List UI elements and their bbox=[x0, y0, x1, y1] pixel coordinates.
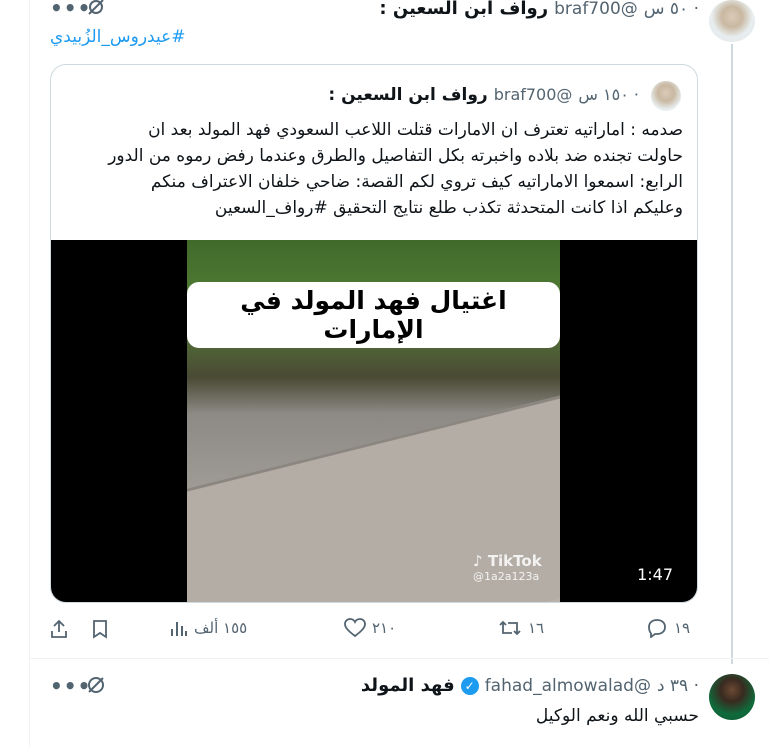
reply-button[interactable]: ١٩ bbox=[646, 618, 690, 638]
column-border bbox=[29, 0, 30, 747]
avatar[interactable] bbox=[709, 674, 755, 720]
bookmark-button[interactable] bbox=[90, 618, 110, 640]
quoted-tweet-card[interactable]: رواف ابن السعين : @braf700 · ١٥٠ س صدمه … bbox=[50, 64, 698, 603]
avatar[interactable] bbox=[709, 0, 755, 42]
quoted-tweet-header: رواف ابن السعين : @braf700 · ١٥٠ س bbox=[328, 85, 639, 105]
retweets-count: ١٦ bbox=[528, 619, 545, 637]
text-line: حاولت تجنده ضد بلاده واخبرته بكل التفاصي… bbox=[108, 146, 683, 166]
author-name[interactable]: رواف ابن السعين : bbox=[379, 0, 548, 19]
text-line: صدمه : اماراتيه تعترف ان الامارات قتلت ا… bbox=[148, 120, 683, 140]
retweet-icon bbox=[498, 618, 522, 638]
quoted-tweet-text: صدمه : اماراتيه تعترف ان الامارات قتلت ا… bbox=[58, 117, 683, 221]
video-duration: 1:47 bbox=[637, 565, 673, 584]
share-button[interactable] bbox=[48, 618, 70, 640]
divider bbox=[30, 658, 769, 659]
tweet-time[interactable]: · ٥٠ س bbox=[644, 0, 699, 19]
author-name[interactable]: فهد المولد bbox=[361, 675, 455, 696]
tweet-header: رواف ابن السعين : @braf700 · ٥٠ س bbox=[379, 0, 699, 19]
tweet-time: · ١٥٠ س bbox=[578, 85, 639, 104]
author-handle: @braf700 bbox=[493, 85, 573, 104]
hashtag-link[interactable]: #عيدروس_الزُبيدي bbox=[50, 27, 186, 47]
avatar bbox=[651, 81, 681, 111]
thread-connector-line bbox=[731, 44, 733, 664]
replies-count: ١٩ bbox=[674, 619, 691, 637]
like-button[interactable]: ٢١٠ bbox=[344, 618, 396, 638]
author-handle[interactable]: @braf700 bbox=[554, 0, 638, 19]
tiktok-icon: ♪ bbox=[473, 552, 483, 570]
views-button[interactable]: ١٥٥ ألف bbox=[170, 618, 247, 638]
tiktok-watermark: ♪ TikTok @1a2a123a bbox=[473, 552, 542, 583]
author-name: رواف ابن السعين : bbox=[328, 85, 488, 105]
tweet-time[interactable]: · ٣٩ د bbox=[657, 676, 699, 696]
text-line: الرابع: اسمعوا الاماراتيه كيف تروي لكم ا… bbox=[150, 172, 683, 192]
video-player[interactable]: اغتيال فهد المولد في الإمارات ♪ TikTok @… bbox=[51, 240, 697, 602]
share-icon bbox=[48, 618, 70, 640]
bookmark-icon bbox=[90, 618, 110, 640]
likes-count: ٢١٠ bbox=[372, 619, 397, 637]
retweet-button[interactable]: ١٦ bbox=[498, 618, 544, 638]
tweet-actions: ١٥٥ ألف ٢١٠ ١٦ ١٩ bbox=[48, 618, 698, 644]
video-frame: اغتيال فهد المولد في الإمارات ♪ TikTok @… bbox=[187, 240, 560, 602]
video-overlay-caption: اغتيال فهد المولد في الإمارات bbox=[187, 282, 560, 348]
reply-tweet-header: فهد المولد ✓ @fahad_almowalad · ٣٩ د bbox=[361, 675, 699, 696]
reply-tweet-text: حسبي الله ونعم الوكيل bbox=[535, 706, 699, 726]
views-count: ١٥٥ ألف bbox=[194, 619, 248, 637]
grok-icon[interactable] bbox=[86, 0, 106, 16]
views-chart-icon bbox=[170, 618, 188, 638]
reply-icon bbox=[646, 618, 668, 638]
author-handle[interactable]: @fahad_almowalad bbox=[485, 676, 651, 696]
text-line: وعليكم اذا كانت المتحدثة تكذب طلع نتايج … bbox=[214, 198, 683, 218]
verified-badge-icon: ✓ bbox=[460, 676, 479, 695]
heart-icon bbox=[344, 618, 366, 638]
grok-icon[interactable] bbox=[86, 675, 106, 695]
